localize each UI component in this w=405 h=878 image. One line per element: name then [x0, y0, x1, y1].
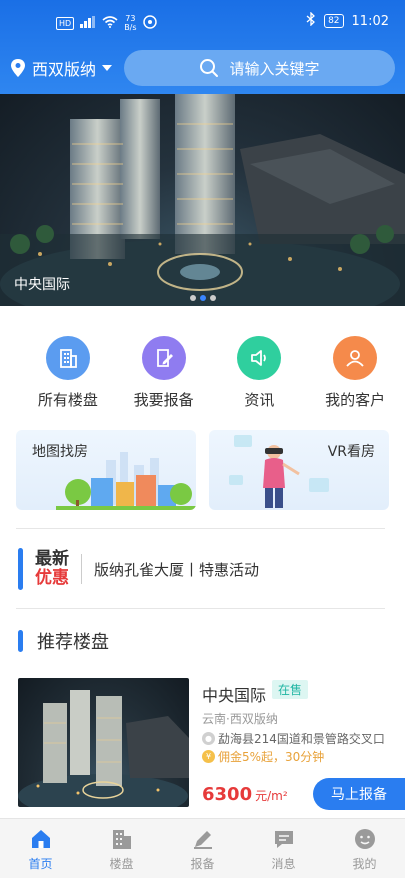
customers-icon: [333, 336, 378, 380]
tab-label: 我的: [352, 857, 377, 871]
promo-separator: [81, 554, 82, 584]
promo-text: 版纳孔雀大厦丨特惠活动: [94, 560, 260, 579]
wifi-icon: [102, 15, 118, 31]
tab-messages[interactable]: 消息: [243, 819, 324, 878]
quick-menu: 所有楼盘 我要报备 资讯 我的客户: [0, 336, 405, 410]
tab-profile[interactable]: 我的: [324, 819, 405, 878]
carousel-dot[interactable]: [190, 295, 196, 301]
vr-view-card[interactable]: VR看房: [209, 430, 389, 510]
vr-illustration: [229, 435, 329, 508]
promo-tag: 最新 优惠: [35, 550, 69, 588]
listing-thumbnail[interactable]: [18, 678, 189, 807]
battery-indicator: 82: [324, 14, 344, 28]
search-icon: [200, 59, 219, 77]
listing-image: [18, 690, 189, 807]
banner-title: 中央国际: [14, 277, 70, 293]
tab-label: 首页: [28, 857, 53, 871]
speed-unit: B/s: [124, 23, 137, 32]
network-speed: 73 B/s: [124, 14, 136, 32]
price-unit: 元/m²: [255, 789, 288, 803]
edit-document-icon: [141, 336, 186, 380]
tab-label: 楼盘: [109, 857, 134, 871]
profile-icon: [354, 829, 375, 849]
menu-my-customers[interactable]: 我的客户: [305, 336, 405, 410]
city-name: 西双版纳: [32, 60, 97, 79]
speaker-icon: [237, 336, 282, 380]
promo-tag-line1: 最新: [35, 549, 69, 569]
bottom-tab-bar: 首页 楼盘 报备 消息 我的: [0, 818, 405, 878]
carousel-dots: [190, 295, 216, 301]
price-value: 6300: [202, 784, 253, 805]
divider: [16, 608, 385, 609]
listing-address: 勐海县214国道和景管路交叉口: [218, 732, 385, 746]
chevron-down-icon: [102, 65, 113, 71]
section-title: 推荐楼盘: [37, 632, 109, 653]
menu-label: 我的客户: [325, 391, 386, 409]
tab-label: 消息: [271, 857, 296, 871]
status-right: 82 11:02: [306, 11, 389, 30]
promo-accent-bar: [18, 548, 23, 590]
pen-icon: [193, 831, 212, 849]
listing-area: 云南·西双版纳: [202, 712, 278, 726]
status-left: HD 73 B/s: [56, 14, 157, 32]
report-now-button[interactable]: 马上报备: [313, 778, 405, 810]
location-pin-icon: [11, 59, 25, 77]
menu-report[interactable]: 我要报备: [114, 336, 214, 410]
carousel-dot[interactable]: [210, 295, 216, 301]
signal-icon: [80, 15, 96, 31]
search-placeholder: 请输入关键字: [229, 59, 320, 78]
section-accent-bar: [18, 630, 23, 652]
search-bar[interactable]: 请输入关键字: [124, 50, 395, 86]
status-badge: 在售: [272, 680, 309, 699]
banner-carousel[interactable]: 中央国际: [0, 94, 405, 306]
app-notification-icon: [142, 14, 157, 32]
menu-all-properties[interactable]: 所有楼盘: [18, 336, 118, 410]
buildings-icon: [112, 830, 131, 849]
listing-address-row: ● 勐海县214国道和景管路交叉口: [202, 730, 385, 747]
building-icon: [45, 336, 90, 380]
hd-indicator: HD: [56, 16, 75, 30]
listing-name[interactable]: 中央国际: [202, 682, 266, 706]
tab-home[interactable]: 首页: [0, 819, 81, 878]
listing-commission-row: ¥ 佣金5%起，30分钟: [202, 748, 324, 765]
promo-banner[interactable]: 最新 优惠 版纳孔雀大厦丨特惠活动: [18, 546, 259, 592]
carousel-dot-active[interactable]: [200, 295, 206, 301]
menu-label: 我要报备: [133, 391, 194, 409]
header: HD 73 B/s 82 11:02 西双版纳 请输入关键字: [0, 0, 405, 94]
tab-report[interactable]: 报备: [162, 819, 243, 878]
status-bar: HD 73 B/s 82 11:02: [0, 0, 405, 44]
city-illustration: [56, 452, 196, 510]
message-icon: [274, 831, 293, 848]
commission-icon: ¥: [202, 750, 215, 763]
map-search-card[interactable]: 地图找房: [16, 430, 196, 510]
city-selector[interactable]: 西双版纳: [10, 56, 113, 80]
location-icon: ●: [202, 732, 215, 745]
promo-tag-line2: 优惠: [35, 568, 69, 588]
tab-label: 报备: [190, 857, 215, 871]
menu-label: 所有楼盘: [37, 391, 98, 409]
listing-commission: 佣金5%起，30分钟: [218, 750, 325, 764]
clock: 11:02: [351, 13, 389, 29]
speed-value: 73: [125, 14, 136, 23]
recommended-section-header: 推荐楼盘: [18, 628, 109, 654]
home-icon: [31, 830, 50, 848]
divider: [16, 528, 385, 529]
tab-properties[interactable]: 楼盘: [81, 819, 162, 878]
listing-price: 6300 元/m²: [202, 784, 288, 805]
menu-news[interactable]: 资讯: [210, 336, 310, 410]
bluetooth-icon: [306, 11, 316, 30]
menu-label: 资讯: [244, 391, 275, 409]
